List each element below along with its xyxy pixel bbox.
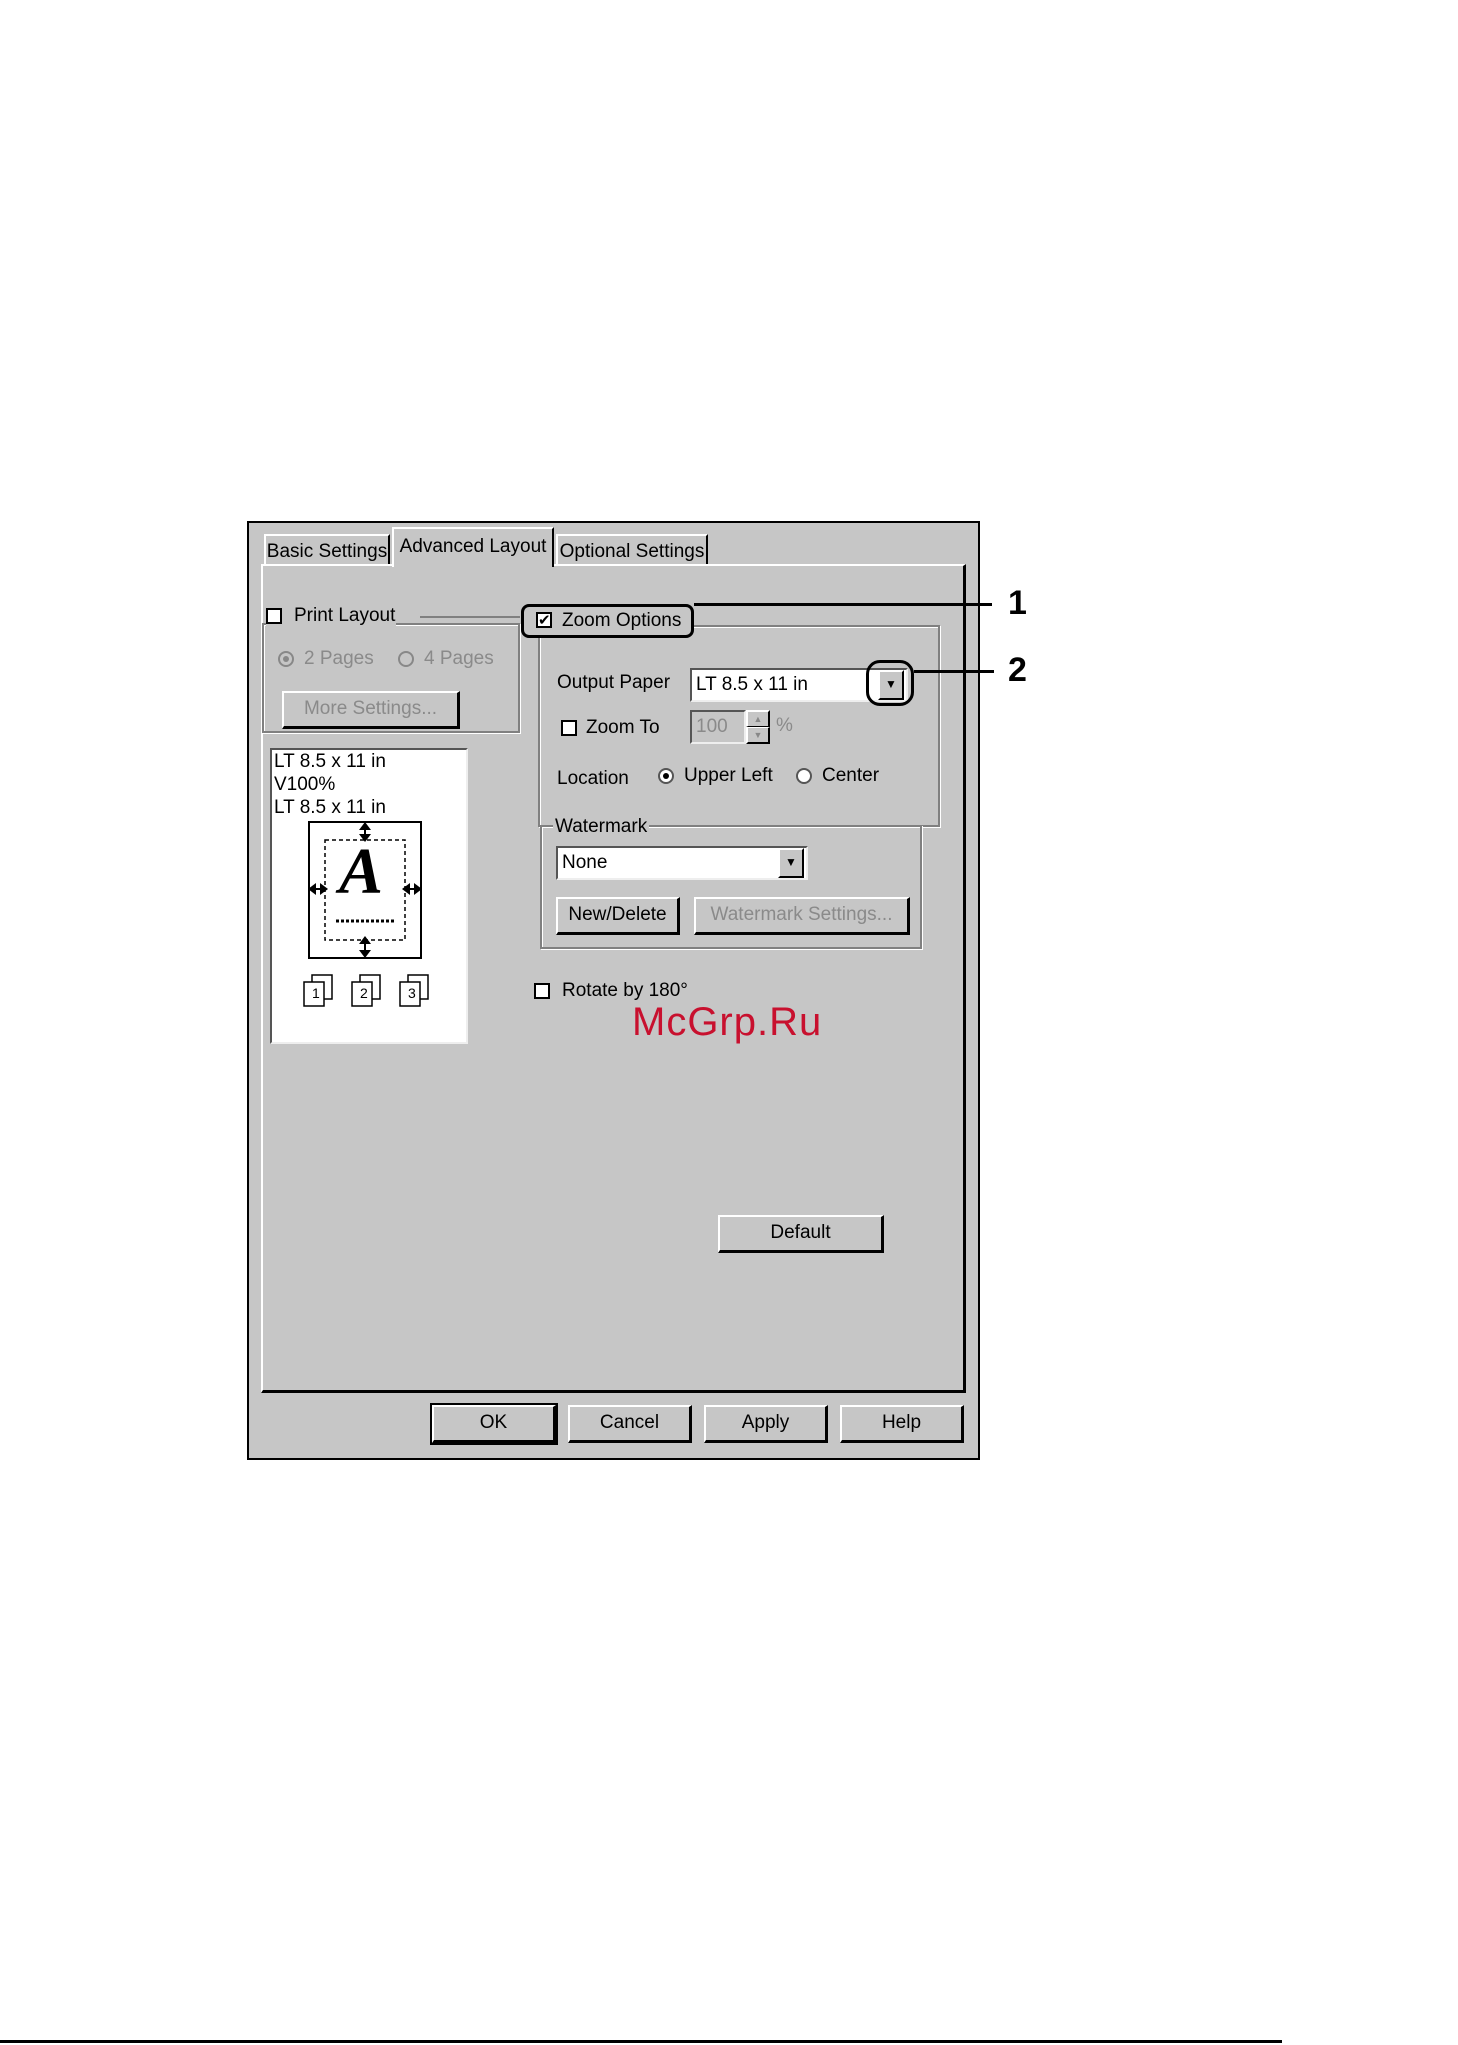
location-upper-left-label: Upper Left [684,765,773,786]
two-pages-radio[interactable] [278,651,294,667]
zoom-unit: % [776,715,793,736]
footer-rule [0,2040,1282,2043]
site-watermark: McGrp.Ru [632,1000,823,1044]
zoom-to-input[interactable]: 100 [690,710,746,744]
watermark-select[interactable]: None [556,846,808,880]
watermark-value: None [562,852,608,873]
output-paper-value: LT 8.5 x 11 in [696,674,808,695]
preview-line-2: V100% [274,774,336,795]
collate-icons: 1 2 3 [300,972,440,1008]
tab-basic-settings[interactable]: Basic Settings [264,534,390,566]
two-pages-label: 2 Pages [304,648,374,669]
print-layout-rule [420,616,520,618]
preview-line-3: LT 8.5 x 11 in [274,797,386,818]
location-center-label: Center [822,765,880,786]
zoom-to-checkbox[interactable] [561,720,577,736]
spinner-down-icon[interactable]: ▼ [746,727,770,744]
callout-2-leader [914,670,994,673]
tab-optional-settings[interactable]: Optional Settings [556,534,708,566]
watermark-settings-button[interactable]: Watermark Settings... [694,897,910,935]
more-settings-button[interactable]: More Settings... [282,691,460,729]
callout-2-number: 2 [1008,651,1027,689]
rotate-180-checkbox[interactable] [534,983,550,999]
apply-button[interactable]: Apply [704,1405,828,1443]
callout-2-circle [866,660,914,706]
zoom-to-value: 100 [696,716,728,737]
print-layout-checkbox[interactable] [266,608,282,624]
zoom-to-spinner[interactable]: ▲ ▼ [746,710,770,744]
default-button[interactable]: Default [718,1215,884,1253]
location-label: Location [557,768,629,789]
copy-2-number: 2 [360,985,368,1001]
output-paper-label: Output Paper [557,672,671,693]
location-center-radio[interactable] [796,768,812,784]
callout-1-leader [694,603,992,606]
location-upper-left-radio[interactable] [658,768,674,784]
new-delete-button[interactable]: New/Delete [556,897,680,935]
ok-button[interactable]: OK [430,1403,558,1445]
zoom-options-checkbox[interactable]: ✔ [536,612,552,628]
watermark-dropdown-button[interactable]: ▼ [778,848,804,878]
spinner-up-icon[interactable]: ▲ [746,710,770,727]
callout-1-number: 1 [1008,584,1027,622]
print-layout-label: Print Layout [294,605,396,626]
help-button[interactable]: Help [840,1405,964,1443]
preview-line-1: LT 8.5 x 11 in [274,751,386,772]
zoom-options-label: Zoom Options [562,610,682,631]
four-pages-radio[interactable] [398,651,414,667]
tab-advanced-layout[interactable]: Advanced Layout [392,527,554,567]
copy-3-number: 3 [408,985,416,1001]
copy-1-number: 1 [312,985,320,1001]
zoom-to-label: Zoom To [586,717,660,738]
watermark-legend: Watermark [553,815,650,839]
four-pages-label: 4 Pages [424,648,494,669]
preview-letter: A [339,835,384,908]
cancel-button[interactable]: Cancel [568,1405,692,1443]
